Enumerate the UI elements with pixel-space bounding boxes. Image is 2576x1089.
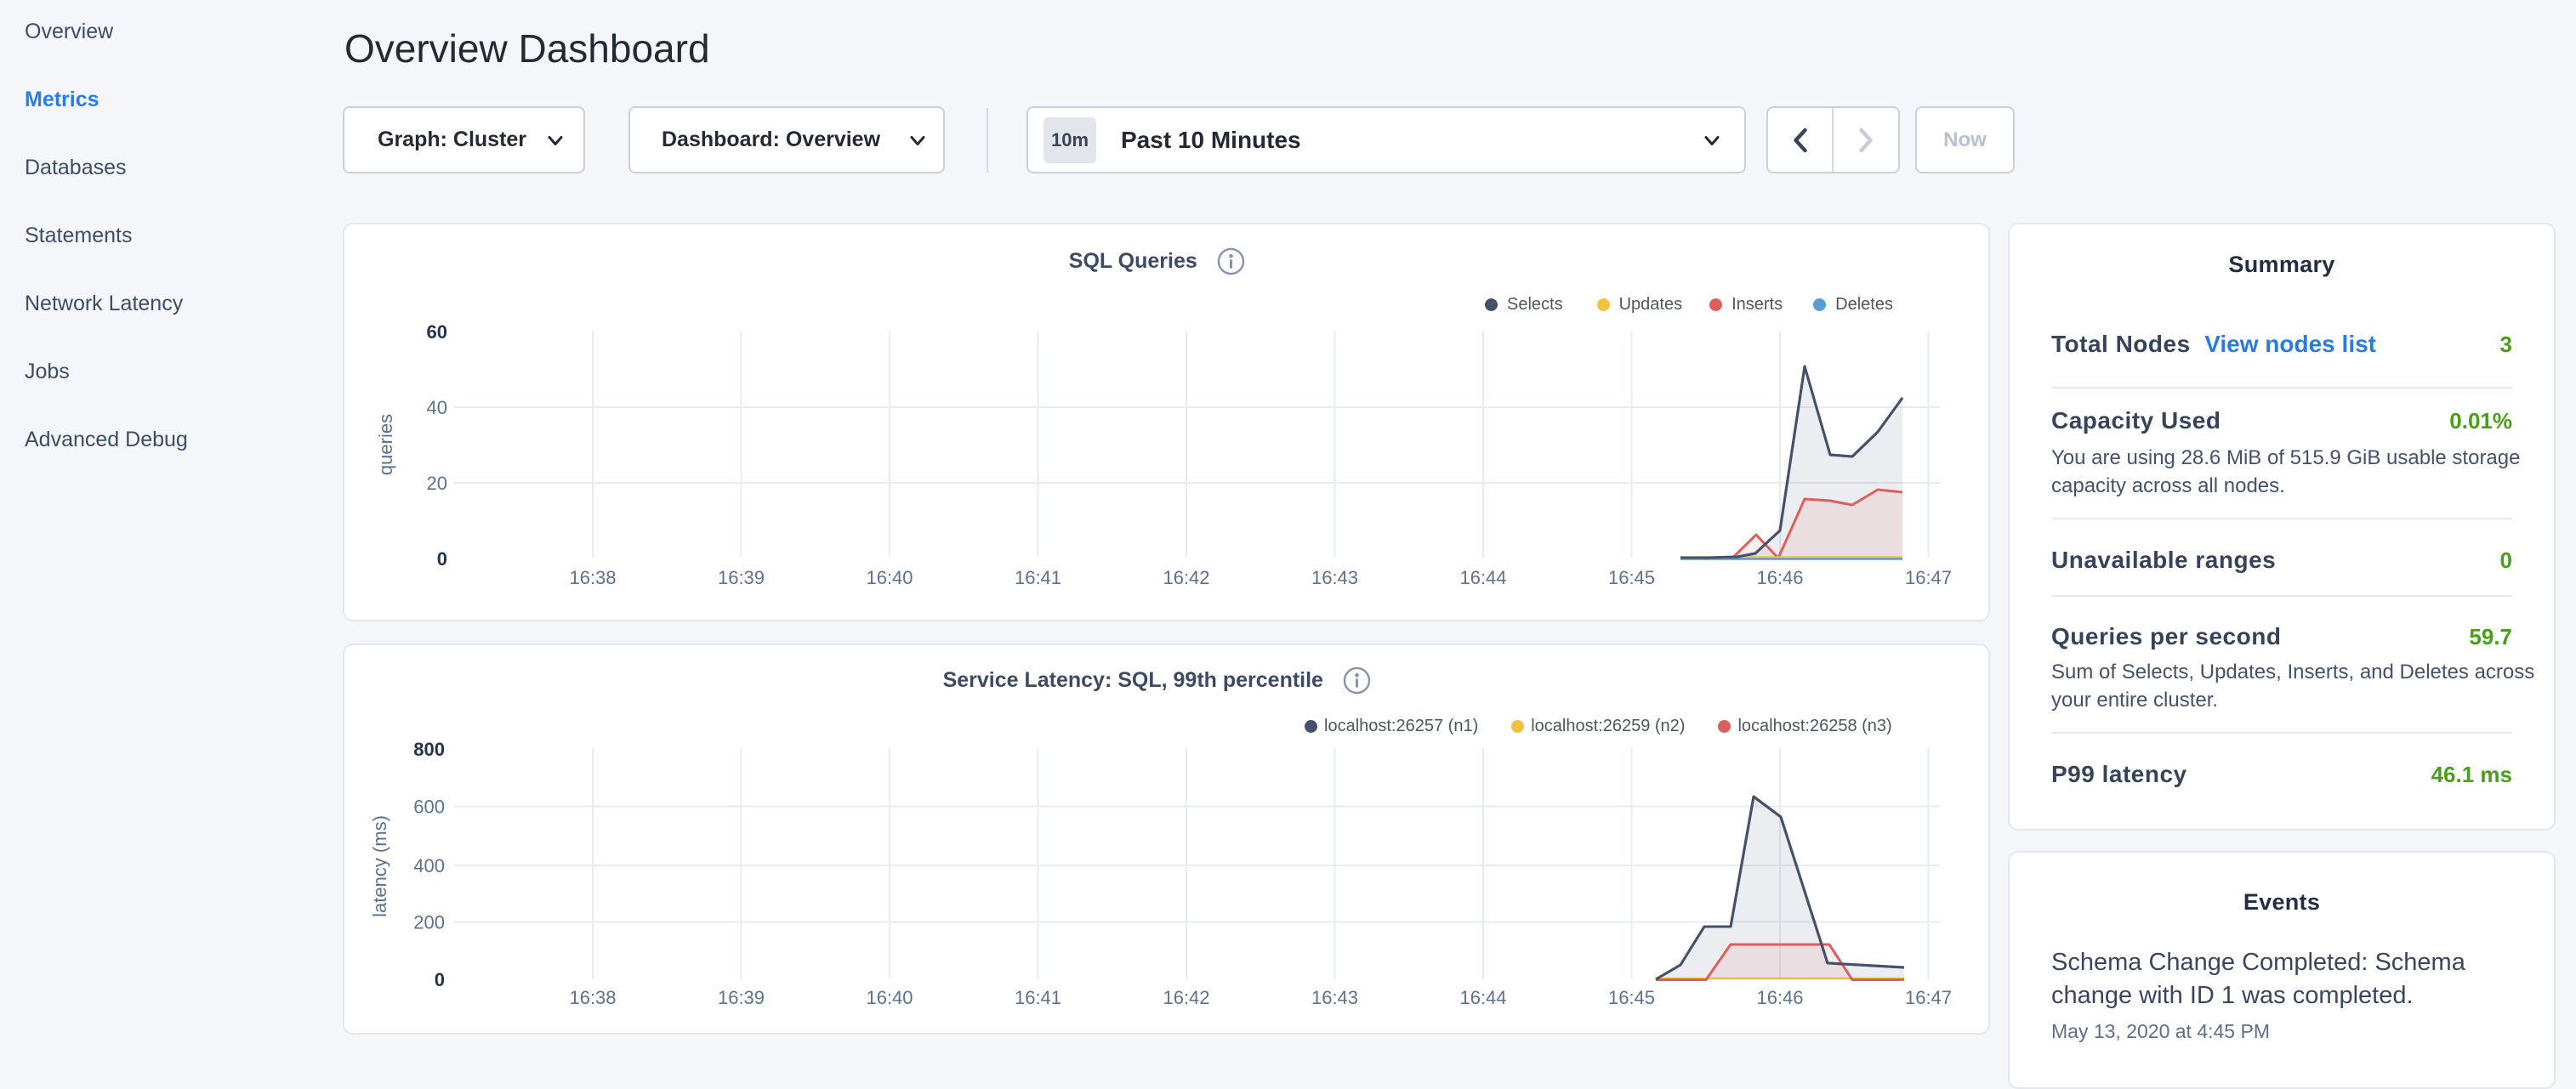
svg-text:0: 0 (437, 548, 447, 570)
svg-text:16:47: 16:47 (1905, 987, 1952, 1008)
svg-text:0: 0 (435, 969, 445, 990)
svg-text:queries: queries (375, 414, 396, 475)
svg-text:16:44: 16:44 (1459, 987, 1506, 1008)
svg-text:16:45: 16:45 (1608, 987, 1655, 1008)
svg-text:16:43: 16:43 (1311, 567, 1358, 588)
svg-text:16:41: 16:41 (1015, 567, 1061, 588)
svg-text:16:41: 16:41 (1015, 987, 1061, 1008)
svg-text:16:39: 16:39 (718, 567, 765, 588)
svg-text:600: 600 (413, 797, 445, 818)
svg-text:16:46: 16:46 (1756, 567, 1803, 588)
svg-text:16:45: 16:45 (1608, 567, 1655, 588)
svg-text:200: 200 (413, 912, 445, 933)
svg-text:60: 60 (427, 321, 447, 343)
svg-text:20: 20 (427, 473, 447, 494)
svg-text:16:43: 16:43 (1311, 987, 1358, 1008)
svg-text:16:40: 16:40 (866, 567, 913, 588)
svg-text:16:39: 16:39 (718, 987, 765, 1008)
svg-text:800: 800 (413, 739, 445, 760)
svg-text:16:42: 16:42 (1163, 987, 1209, 1008)
svg-text:16:46: 16:46 (1756, 987, 1803, 1008)
svg-text:16:38: 16:38 (569, 567, 616, 588)
svg-text:400: 400 (413, 855, 445, 876)
svg-text:16:40: 16:40 (866, 987, 913, 1008)
svg-text:16:47: 16:47 (1905, 567, 1952, 588)
svg-text:40: 40 (427, 397, 447, 418)
svg-text:16:44: 16:44 (1459, 567, 1506, 588)
svg-text:latency (ms): latency (ms) (369, 815, 390, 917)
svg-text:16:38: 16:38 (569, 987, 616, 1008)
svg-text:16:42: 16:42 (1163, 567, 1209, 588)
